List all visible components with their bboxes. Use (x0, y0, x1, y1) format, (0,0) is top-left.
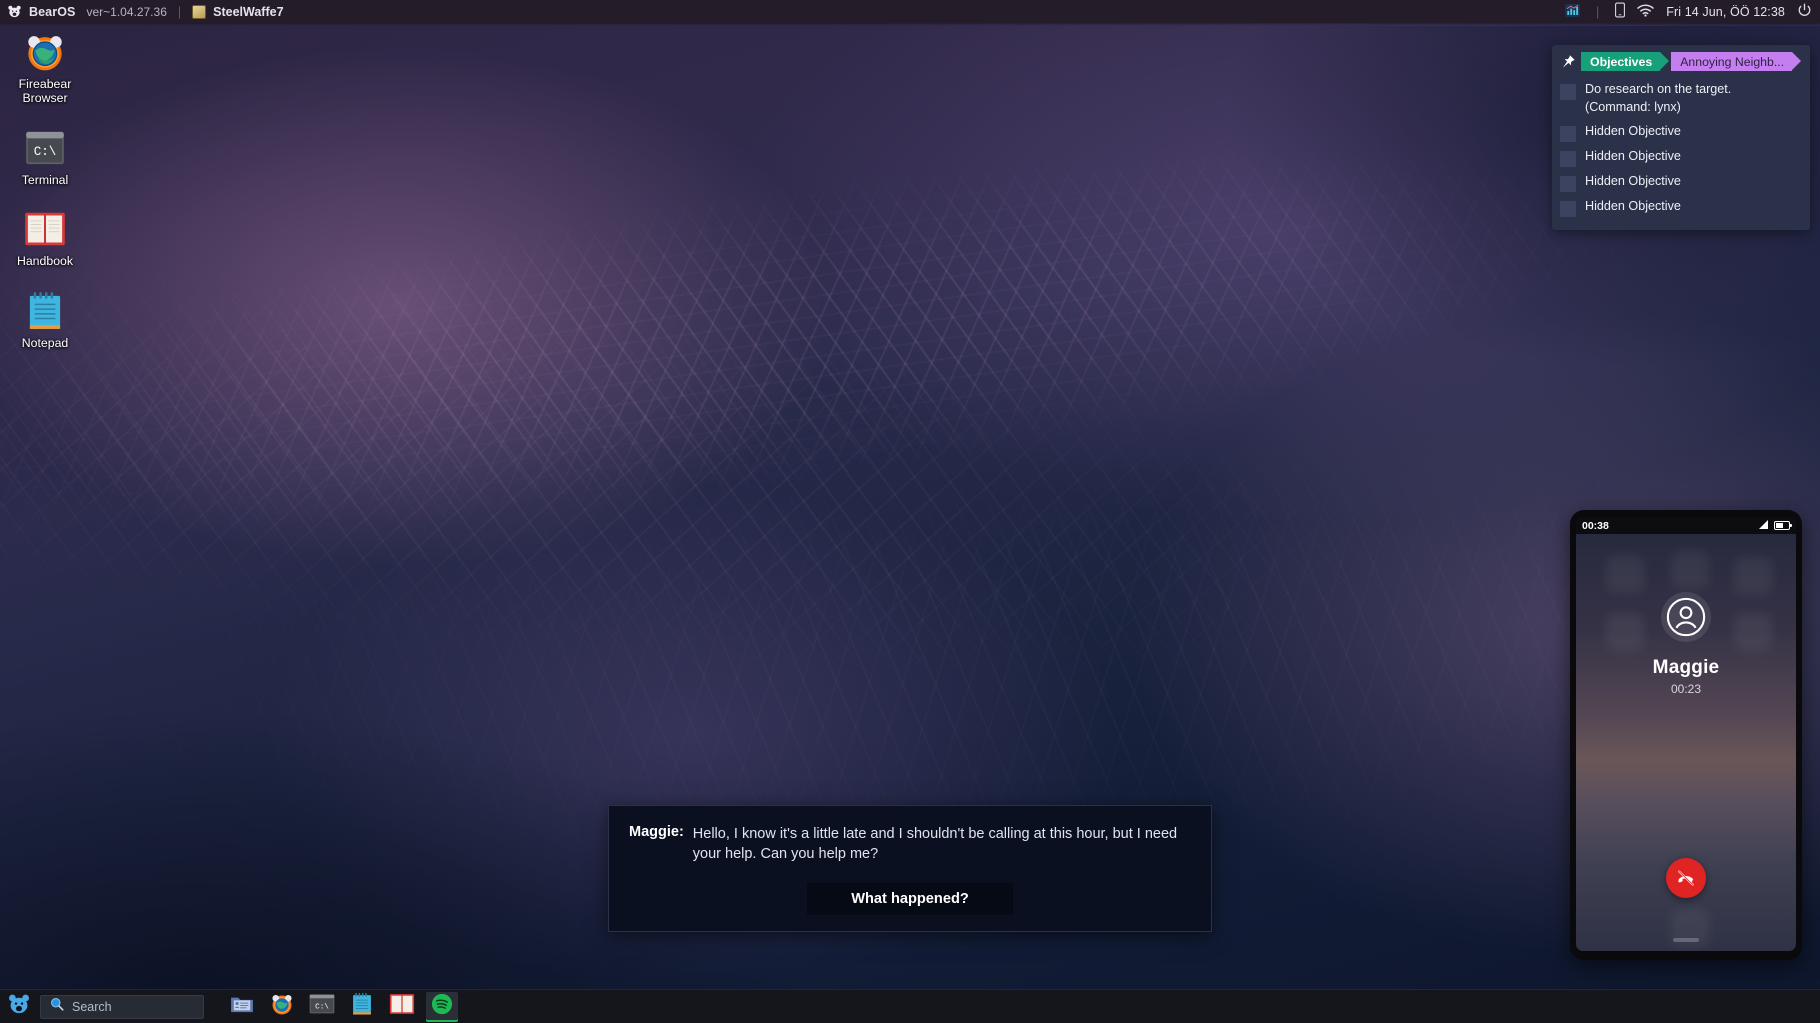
topbar-separator: | (178, 5, 181, 19)
clock-label: Fri 14 Jun, ÖÖ 12:38 (1666, 5, 1785, 19)
start-button[interactable] (0, 990, 38, 1023)
search-icon (50, 997, 64, 1016)
username-label: SteelWaffe7 (213, 5, 283, 19)
tab-mission[interactable]: Annoying Neighb... (1671, 52, 1792, 71)
search-input[interactable]: Search (40, 995, 204, 1019)
tab-objectives[interactable]: Objectives (1581, 52, 1660, 71)
taskbar-item-file-explorer[interactable] (226, 992, 258, 1022)
svg-text:C:\: C:\ (34, 145, 57, 159)
user-avatar-icon (192, 5, 206, 19)
phone-status-bar: 00:38 (1576, 517, 1796, 534)
objectives-panel: Objectives Annoying Neighb... Do researc… (1552, 45, 1810, 230)
pin-icon[interactable] (1560, 54, 1576, 70)
notepad-icon (352, 992, 372, 1021)
objective-item[interactable]: Do research on the target. (Command: lyn… (1560, 78, 1800, 120)
objective-label: Do research on the target. (Command: lyn… (1585, 81, 1800, 117)
call-screen: Maggie 00:23 (1576, 534, 1796, 696)
wifi-icon[interactable] (1637, 4, 1654, 20)
desktop-icon-notepad[interactable]: Notepad (0, 285, 90, 351)
objective-checkbox[interactable] (1560, 176, 1576, 192)
dialogue-text: Hello, I know it's a little late and I s… (693, 824, 1191, 865)
objective-checkbox[interactable] (1560, 126, 1576, 142)
objective-checkbox[interactable] (1560, 151, 1576, 167)
dialogue-choices: What happened? (629, 883, 1191, 915)
objective-label: Hidden Objective (1585, 173, 1681, 191)
taskbar: Search (0, 989, 1820, 1023)
phone-icon[interactable] (1615, 2, 1625, 21)
objective-checkbox[interactable] (1560, 84, 1576, 100)
handbook-icon (389, 993, 415, 1020)
wallpaper-vignette (0, 552, 1092, 1023)
taskbar-item-terminal[interactable]: C:\ (306, 992, 338, 1022)
svg-text:C:\: C:\ (315, 1004, 329, 1012)
os-version: ver~1.04.27.36 (86, 5, 166, 19)
desktop-icon-fireabear-browser[interactable]: FireabearBrowser (0, 26, 90, 106)
bear-logo-icon (7, 992, 31, 1021)
fireabear-browser-icon (270, 992, 294, 1021)
desktop-icon-terminal[interactable]: C:\ Terminal (0, 122, 90, 188)
power-icon[interactable] (1797, 3, 1812, 21)
dialogue-speaker: Maggie: (629, 824, 684, 840)
desktop-icon-column: FireabearBrowser C:\ Terminal (0, 26, 90, 367)
tab-objectives-label: Objectives (1590, 55, 1652, 69)
caller-name: Maggie (1653, 657, 1720, 679)
signal-icon (1758, 520, 1769, 532)
bear-logo-icon (7, 4, 22, 19)
dialogue-choice-button[interactable]: What happened? (807, 883, 1013, 915)
stats-icon[interactable] (1565, 4, 1580, 20)
taskbar-app-list: C:\ (226, 992, 458, 1022)
phone-screen: 00:38 Maggie 00:23 (1576, 517, 1796, 951)
battery-icon (1774, 521, 1790, 530)
terminal-icon: C:\ (23, 126, 67, 170)
end-call-button[interactable] (1666, 858, 1706, 898)
desktop-icon-label: Notepad (22, 337, 69, 351)
desktop-icon-handbook[interactable]: Handbook (0, 203, 90, 269)
objective-checkbox[interactable] (1560, 201, 1576, 217)
phone-widget: 00:38 Maggie 00:23 (1570, 510, 1802, 960)
taskbar-item-notepad[interactable] (346, 992, 378, 1022)
topbar-separator: | (1596, 5, 1599, 19)
taskbar-item-music-player[interactable] (426, 992, 458, 1022)
os-name: BearOS (29, 5, 75, 19)
phone-home-indicator[interactable] (1673, 938, 1699, 942)
objective-item[interactable]: Hidden Objective (1560, 145, 1800, 170)
objective-item[interactable]: Hidden Objective (1560, 195, 1800, 220)
desktop-screen: BearOS ver~1.04.27.36 | SteelWaffe7 | (0, 0, 1820, 1023)
music-player-icon (431, 993, 453, 1020)
system-top-bar: BearOS ver~1.04.27.36 | SteelWaffe7 | (0, 0, 1820, 23)
objective-item[interactable]: Hidden Objective (1560, 170, 1800, 195)
handbook-icon (23, 207, 67, 251)
desktop-icon-label: Terminal (22, 174, 68, 188)
notepad-icon (23, 289, 67, 333)
tab-mission-label: Annoying Neighb... (1680, 55, 1784, 69)
search-placeholder: Search (72, 1000, 112, 1014)
file-explorer-icon (230, 994, 254, 1019)
desktop-icon-label: Handbook (17, 255, 73, 269)
objective-label: Hidden Objective (1585, 148, 1681, 166)
dialogue-box: Maggie: Hello, I know it's a little late… (608, 805, 1212, 932)
terminal-icon: C:\ (309, 994, 335, 1019)
desktop-icon-label: FireabearBrowser (19, 78, 72, 106)
call-duration: 00:23 (1671, 682, 1701, 696)
objective-label: Hidden Objective (1585, 198, 1681, 216)
objectives-tab-bar: Objectives Annoying Neighb... (1560, 52, 1800, 71)
objective-item[interactable]: Hidden Objective (1560, 120, 1800, 145)
phone-clock: 00:38 (1582, 520, 1609, 532)
fireabear-browser-icon (23, 30, 67, 74)
taskbar-item-fireabear-browser[interactable] (266, 992, 298, 1022)
objective-label: Hidden Objective (1585, 123, 1681, 141)
taskbar-item-handbook[interactable] (386, 992, 418, 1022)
person-icon (1661, 592, 1711, 642)
